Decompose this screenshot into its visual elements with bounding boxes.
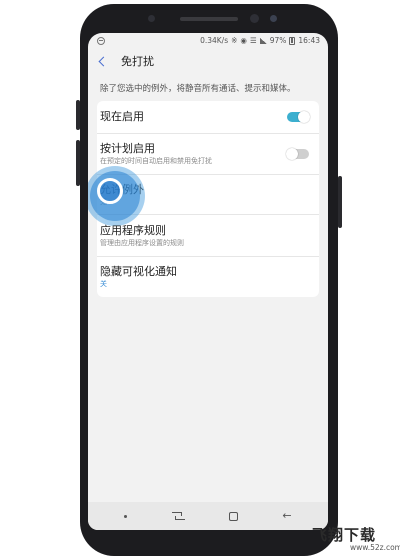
settings-card: 现在启用 按计划启用 在预定的时间自动启用和禁用免打扰 允许例外 无 bbox=[88, 101, 319, 297]
schedule-toggle[interactable] bbox=[286, 148, 309, 160]
clock: 16:43 bbox=[298, 36, 320, 45]
stage: 0.34K/s ※ ◉ ☰ 97% 16:43 免打扰 除了您选中的例外，将静音… bbox=[0, 0, 400, 560]
watermark-site: www.52z.com bbox=[350, 543, 400, 552]
back-arrow-icon[interactable] bbox=[98, 56, 109, 66]
recent-apps-icon[interactable] bbox=[172, 511, 186, 521]
front-camera-icon bbox=[250, 14, 259, 23]
setting-label: 现在启用 bbox=[100, 110, 144, 123]
setting-schedule[interactable]: 按计划启用 在预定的时间自动启用和禁用免打扰 bbox=[97, 134, 319, 175]
setting-subtitle: 管理由应用程序设置的规则 bbox=[100, 238, 184, 247]
setting-subtitle: 在预定的时间自动启用和禁用免打扰 bbox=[100, 157, 212, 165]
phone-screen: 0.34K/s ※ ◉ ☰ 97% 16:43 免打扰 除了您选中的例外，将静音… bbox=[88, 33, 328, 530]
setting-allow-exceptions[interactable]: 允许例外 无 bbox=[88, 166, 319, 226]
battery-icon bbox=[289, 36, 296, 45]
setting-label: 按计划启用 bbox=[100, 142, 155, 155]
setting-hide-visual-notifications[interactable]: 隐藏可视化通知 关 bbox=[97, 257, 319, 297]
watermark-logo-text: 飞翔下载 bbox=[312, 526, 377, 544]
net-speed: 0.34K/s bbox=[200, 36, 229, 45]
page-title: 免打扰 bbox=[121, 55, 154, 68]
content: 除了您选中的例外，将静音所有通话、提示和媒体。 现在启用 按计划启用 在预定的时… bbox=[88, 74, 328, 297]
alarm-icon: ◉ bbox=[240, 36, 247, 45]
enable-now-toggle[interactable] bbox=[287, 111, 310, 123]
earpiece bbox=[180, 17, 238, 21]
sensor-icon bbox=[148, 15, 155, 22]
navigation-bar: ← bbox=[88, 502, 328, 530]
setting-app-rules[interactable]: 应用程序规则 管理由应用程序设置的规则 bbox=[97, 215, 319, 257]
nav-dot-icon[interactable] bbox=[124, 514, 128, 518]
battery-level: 97% bbox=[269, 36, 287, 45]
watermark: 飞翔下载 www.52z.com bbox=[300, 524, 400, 556]
wifi-icon: ☰ bbox=[249, 36, 257, 45]
setting-enable-now[interactable]: 现在启用 bbox=[97, 101, 319, 134]
signal-icon bbox=[259, 37, 267, 44]
status-bar: 0.34K/s ※ ◉ ☰ 97% 16:43 bbox=[88, 33, 328, 48]
back-icon[interactable]: ← bbox=[282, 510, 291, 521]
setting-subtitle: 关 bbox=[100, 280, 107, 288]
description-text: 除了您选中的例外，将静音所有通话、提示和媒体。 bbox=[100, 84, 296, 94]
iris-sensor-icon bbox=[270, 15, 277, 22]
power-button bbox=[338, 176, 342, 228]
app-bar: 免打扰 bbox=[88, 48, 328, 74]
bluetooth-icon: ※ bbox=[231, 36, 238, 45]
setting-label: 隐藏可视化通知 bbox=[100, 265, 177, 278]
dnd-icon bbox=[97, 36, 105, 45]
home-icon[interactable] bbox=[228, 511, 238, 521]
setting-label: 应用程序规则 bbox=[100, 223, 166, 237]
